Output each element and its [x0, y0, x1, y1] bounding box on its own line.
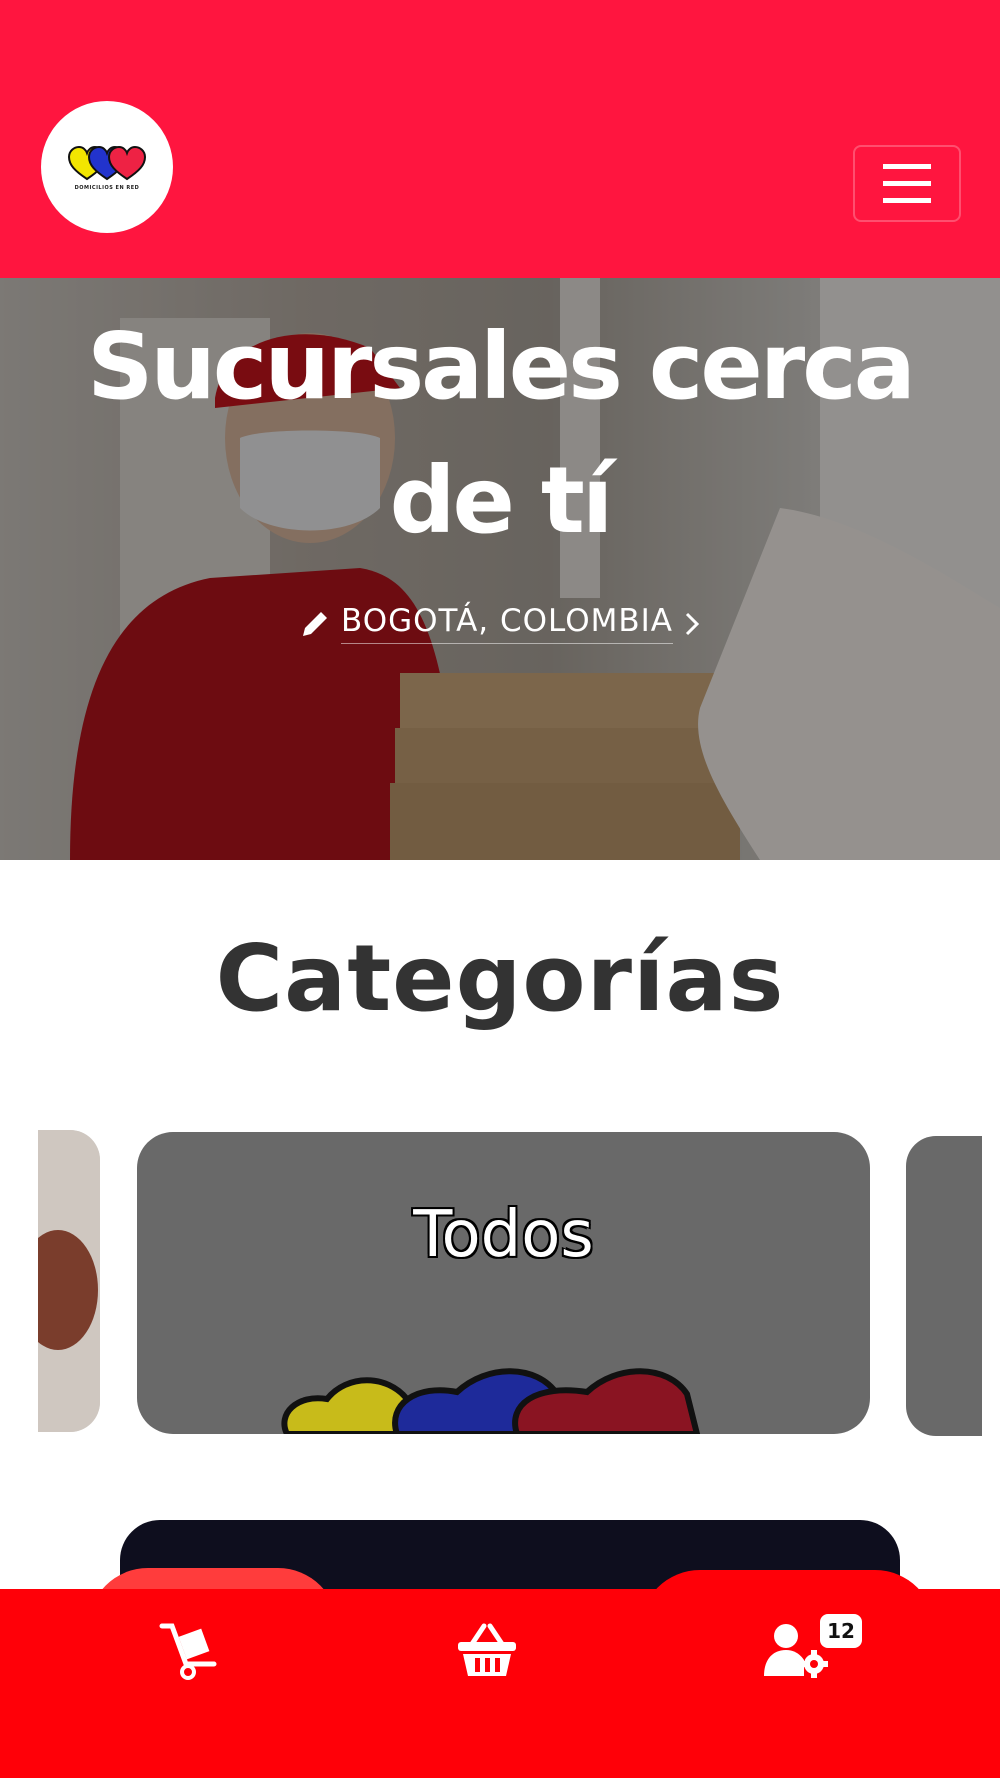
nav-delivery-button[interactable]	[145, 1610, 235, 1690]
hearts-logo-icon	[67, 145, 147, 181]
category-image	[38, 1130, 100, 1432]
hamburger-menu-icon	[883, 163, 931, 203]
pencil-icon	[303, 611, 328, 636]
hero-title: Sucursales cerca de tí	[87, 313, 916, 554]
brand-logo[interactable]: DOMICILIOS EN RED	[41, 101, 173, 233]
categories-title: Categorías	[215, 925, 785, 1032]
category-card-prev[interactable]	[38, 1130, 100, 1432]
notification-badge: 12	[820, 1614, 862, 1648]
category-card-todos[interactable]: Todos	[137, 1132, 870, 1434]
logo-caption: DOMICILIOS EN RED	[74, 185, 140, 191]
chevron-right-icon	[685, 612, 700, 635]
hearts-logo-icon	[281, 1368, 701, 1434]
hand-truck-icon	[159, 1623, 217, 1680]
app-header: DOMICILIOS EN RED	[0, 0, 1000, 287]
category-card-next[interactable]	[906, 1136, 982, 1436]
nav-basket-button[interactable]	[442, 1610, 532, 1690]
basket-icon	[458, 1623, 516, 1676]
hero-banner: Sucursales cerca de tí BOGOTÁ, COLOMBIA	[0, 278, 1000, 860]
menu-button[interactable]	[853, 145, 961, 222]
category-label: Todos	[413, 1198, 594, 1272]
location-label: BOGOTÁ, COLOMBIA	[341, 603, 673, 644]
location-selector[interactable]: BOGOTÁ, COLOMBIA	[0, 603, 1000, 644]
